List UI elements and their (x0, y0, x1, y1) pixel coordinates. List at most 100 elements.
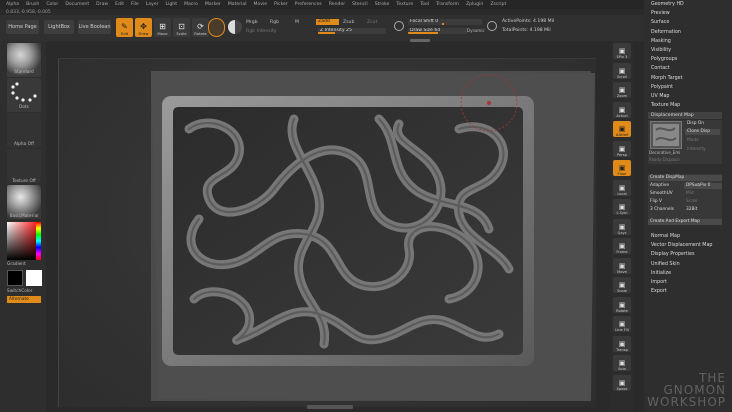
channels-toggle[interactable]: 3 Channels (648, 207, 682, 213)
m-toggle[interactable]: M (295, 20, 299, 25)
focal-shift-slider[interactable]: Focal Shift 0 (408, 19, 482, 25)
shelf-solo-button[interactable]: ▣ Solo (613, 355, 631, 371)
hue-strip[interactable] (36, 222, 41, 260)
flipv-toggle[interactable]: Flip V (648, 199, 682, 205)
menu-zplugin[interactable]: Zplugin (466, 2, 483, 7)
menu-layer[interactable]: Layer (146, 2, 159, 7)
zadd-toggle[interactable]: Zadd (316, 19, 339, 25)
scale-tool-button[interactable]: ⊡ Scale (173, 18, 190, 37)
secondary-color-swatch[interactable] (26, 270, 42, 286)
menu-file[interactable]: File (131, 2, 139, 7)
mrgb-toggle[interactable]: Mrgb (246, 20, 258, 25)
shelf-drag-handle[interactable] (410, 39, 430, 42)
disp-on-toggle[interactable]: Disp On (685, 121, 720, 127)
displacement-thumbnail[interactable] (650, 121, 682, 149)
smoothuv-toggle[interactable]: SmoothUV (648, 191, 682, 197)
bottom-drag-handle[interactable] (307, 405, 353, 409)
intensity-slider[interactable]: Intensity (685, 147, 720, 153)
move-tool-button[interactable]: ⊞ Move (154, 18, 171, 37)
shelf-floor-button[interactable]: ▣ Floor (613, 160, 631, 176)
clone-disp-button[interactable]: Clone Disp (685, 129, 720, 135)
shelf-qxyz-button[interactable]: ▣ Qxyz (613, 218, 631, 235)
palette-import[interactable]: Import (651, 280, 667, 285)
palette-uv-map[interactable]: UV Map (651, 94, 669, 99)
palette-deformation[interactable]: Deformation (651, 30, 681, 35)
palette-contact[interactable]: Contact (651, 66, 670, 71)
displacement-map-header[interactable]: Displacement Map (648, 112, 722, 119)
shelf-persp-button[interactable]: ▣ Persp (613, 140, 631, 157)
shelf-scroll-button[interactable]: ▣ Scroll (613, 62, 631, 79)
scale-slider[interactable]: Scale (684, 199, 722, 205)
create-export-map-button[interactable]: Create And Export Map (648, 219, 722, 225)
shelf-rotate-button[interactable]: ▣ Rotate (613, 296, 631, 313)
shelf-scale-button[interactable]: ▣ Scale (613, 277, 631, 293)
palette-export[interactable]: Export (651, 289, 667, 294)
mid-slider[interactable]: Mid (684, 191, 722, 197)
draw-tool-button[interactable]: ✥ Draw (135, 18, 152, 37)
palette-morph-target[interactable]: Morph Target (651, 76, 683, 81)
dynamic-toggle[interactable]: Dynamic (467, 28, 485, 33)
shelf-lsym-button[interactable]: ▣ L.Sym (613, 199, 631, 215)
lightbox-button[interactable]: LightBox (44, 20, 74, 34)
shelf-linefill-button[interactable]: ▣ Line Fill (613, 316, 631, 332)
rgb-intensity-slider[interactable]: Rgb Intensity (246, 29, 276, 34)
menu-tool[interactable]: Tool (420, 2, 429, 7)
menu-render[interactable]: Render (329, 2, 345, 7)
shelf-actual-button[interactable]: ▣ Actual (613, 101, 631, 118)
menu-picker[interactable]: Picker (274, 2, 288, 7)
alternate-button[interactable]: Alternate (7, 296, 41, 303)
switchcolor-label[interactable]: SwitchColor (7, 289, 43, 294)
main-color-swatch[interactable] (7, 270, 23, 286)
palette-normal-map[interactable]: Normal Map (651, 234, 680, 239)
rgb-toggle[interactable]: Rgb (270, 20, 279, 25)
shelf-xpose-button[interactable]: ▣ Xpose (613, 374, 631, 391)
adaptive-toggle[interactable]: Adaptive (648, 183, 682, 189)
lazy-mouse-icon[interactable] (394, 21, 404, 31)
menu-color[interactable]: Color (46, 2, 58, 7)
create-dispmap-button[interactable]: Create DispMap (648, 175, 722, 181)
shelf-transp-button[interactable]: ▣ Transp (613, 335, 631, 352)
live-boolean-button[interactable]: Live Boolean (78, 20, 111, 34)
mode-toggle[interactable]: Mode (685, 138, 720, 144)
menu-material[interactable]: Material (228, 2, 247, 7)
rotate-tool-button[interactable]: ⟳ Rotate (192, 18, 209, 37)
menu-edit[interactable]: Edit (115, 2, 124, 7)
edit-tool-button[interactable]: ✎ Edit (116, 18, 133, 37)
palette-surface[interactable]: Surface (651, 20, 669, 25)
menu-light[interactable]: Light (166, 2, 177, 7)
menu-movie[interactable]: Movie (253, 2, 267, 7)
viewport-canvas[interactable] (58, 58, 596, 407)
palette-preview[interactable]: Preview (651, 11, 670, 16)
palette-display-properties[interactable]: Display Properties (651, 252, 694, 257)
shelf-move-button[interactable]: ▣ Move (613, 257, 631, 274)
menu-alpha[interactable]: Alpha (6, 2, 19, 7)
menu-macro[interactable]: Macro (184, 2, 198, 7)
shelf-frame-button[interactable]: ▣ Frame (613, 238, 631, 254)
menu-marker[interactable]: Marker (205, 2, 221, 7)
zsub-toggle[interactable]: Zsub (343, 20, 354, 25)
palette-polypaint[interactable]: Polypaint (651, 85, 673, 90)
dpsubpix-slider[interactable]: DPSubPix 0 (684, 183, 722, 189)
shelf-spix-button[interactable]: ▣ SPix 3 (613, 43, 631, 59)
menu-preferences[interactable]: Preferences (295, 2, 322, 7)
menu-texture[interactable]: Texture (396, 2, 413, 7)
shelf-aahalf-button[interactable]: ▣ AAHalf (613, 121, 631, 137)
menu-brush[interactable]: Brush (26, 2, 39, 7)
menu-zscript[interactable]: Zscript (490, 2, 506, 7)
shelf-zoom-button[interactable]: ▣ Zoom (613, 82, 631, 98)
menu-draw[interactable]: Draw (96, 2, 108, 7)
palette-initialize[interactable]: Initialize (651, 271, 671, 276)
palette-vector-displacement-map[interactable]: Vector Displacement Map (651, 243, 712, 248)
shelf-local-button[interactable]: ▣ Local (613, 179, 631, 196)
menu-stencil[interactable]: Stencil (352, 2, 368, 7)
z-intensity-slider[interactable]: Z Intensity 25 (318, 28, 386, 34)
color-picker[interactable] (7, 222, 41, 260)
menu-stroke[interactable]: Stroke (375, 2, 390, 7)
home-page-button[interactable]: Home Page (6, 20, 39, 34)
palette-visibility[interactable]: Visibility (651, 48, 671, 53)
texture-thumbnail[interactable] (7, 149, 41, 183)
bits-toggle[interactable]: 32Bit (684, 207, 722, 213)
palette-texture-map[interactable]: Texture Map (651, 103, 680, 108)
rgb-picker-icon[interactable] (487, 21, 497, 31)
palette-polygroups[interactable]: Polygroups (651, 57, 677, 62)
